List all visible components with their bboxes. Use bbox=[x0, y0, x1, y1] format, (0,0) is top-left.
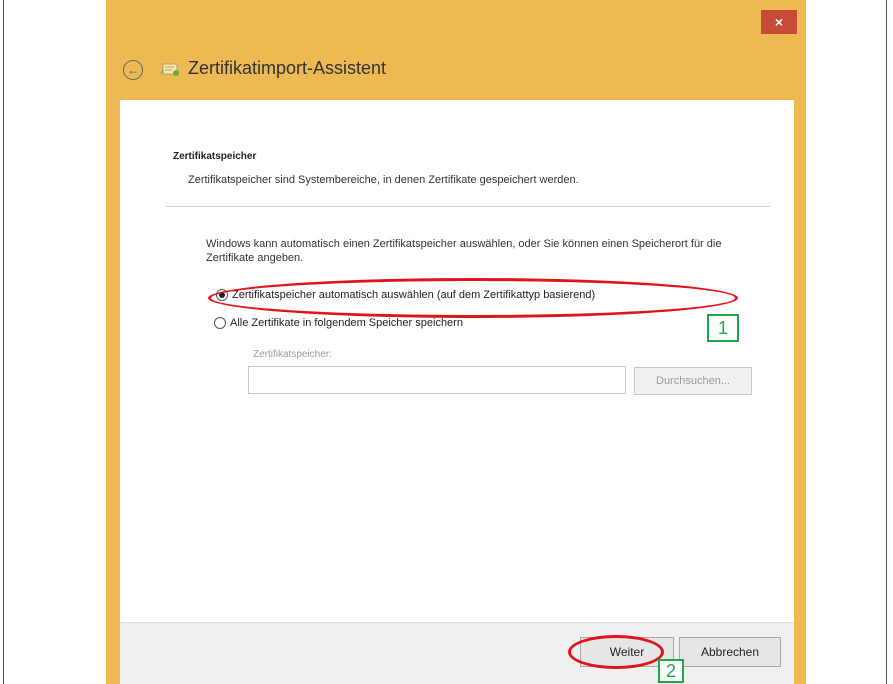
section-heading: Zertifikatspeicher bbox=[173, 151, 257, 162]
store-input[interactable] bbox=[248, 366, 626, 394]
divider bbox=[166, 206, 770, 207]
section-description: Zertifikatspeicher sind Systembereiche, … bbox=[188, 174, 579, 186]
radio-auto-select-label: Zertifikatspeicher automatisch auswählen… bbox=[232, 289, 596, 301]
intro-text: Windows kann automatisch einen Zertifika… bbox=[206, 238, 722, 264]
wizard-footer: Weiter Abbrechen 2 bbox=[120, 622, 794, 684]
wizard-title: Zertifikatimport-Assistent bbox=[188, 58, 387, 78]
browse-button[interactable]: Durchsuchen... bbox=[634, 367, 752, 395]
radio-button-unselected[interactable] bbox=[214, 317, 226, 329]
wizard-content: Zertifikatspeicher Zertifikatspeicher si… bbox=[120, 100, 794, 622]
radio-custom-store[interactable]: Alle Zertifikate in folgendem Speicher s… bbox=[214, 317, 463, 329]
close-icon: × bbox=[774, 14, 784, 30]
radio-button-selected[interactable] bbox=[216, 289, 228, 301]
back-button[interactable]: ← bbox=[123, 60, 143, 80]
store-field-label: Zertifikatspeicher: bbox=[253, 349, 332, 360]
title-bar: × ← Zertifikatimport-Assistent bbox=[106, 0, 806, 100]
back-arrow-icon: ← bbox=[127, 63, 139, 77]
callout-2: 2 bbox=[658, 659, 684, 683]
close-button[interactable]: × bbox=[761, 10, 797, 34]
callout-1: 1 bbox=[707, 314, 739, 342]
radio-auto-select[interactable]: Zertifikatspeicher automatisch auswählen… bbox=[216, 289, 595, 301]
certificate-icon bbox=[160, 63, 179, 76]
radio-custom-store-label: Alle Zertifikate in folgendem Speicher s… bbox=[230, 317, 463, 329]
cancel-button[interactable]: Abbrechen bbox=[679, 637, 781, 667]
wizard-window: × ← Zertifikatimport-Assistent Zertifika… bbox=[106, 0, 806, 684]
